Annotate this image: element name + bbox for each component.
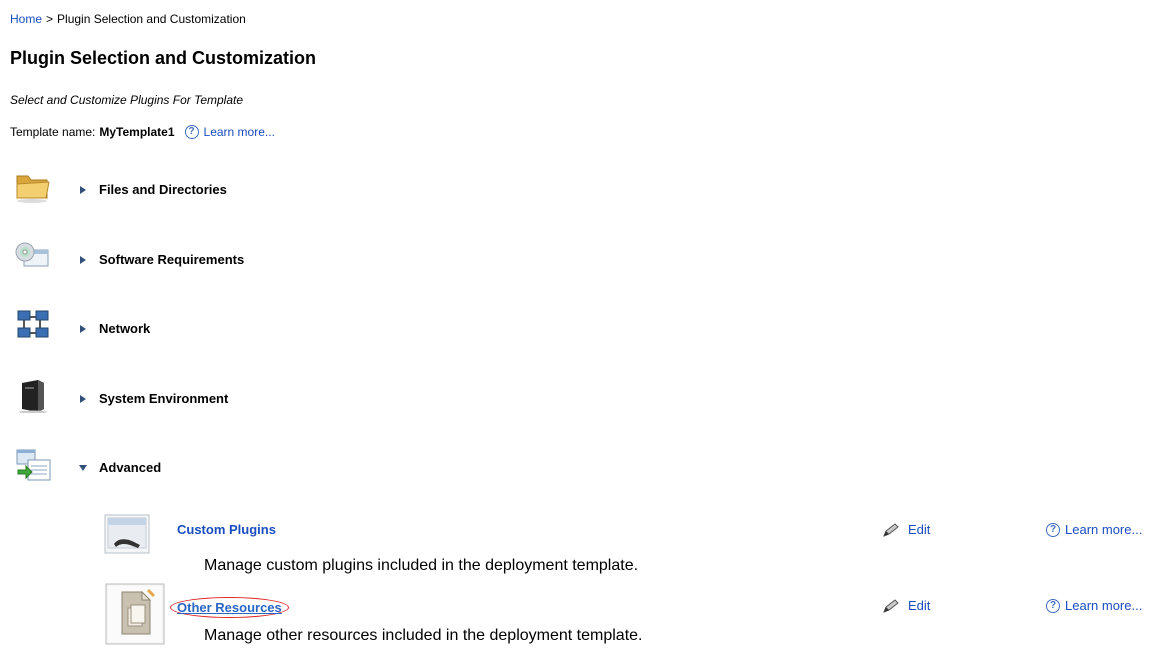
plugin-item-custom-plugins: Custom Plugins Manage custom plugins inc… bbox=[104, 512, 1158, 574]
breadcrumb-current: Plugin Selection and Customization bbox=[57, 12, 246, 26]
expand-arrow-icon bbox=[80, 185, 86, 194]
help-icon: ? bbox=[1046, 522, 1060, 537]
highlight-circle: Other Resources bbox=[170, 597, 289, 618]
other-resources-description: Manage other resources included in the d… bbox=[204, 627, 643, 644]
help-icon: ? bbox=[184, 125, 199, 139]
category-network: Network bbox=[0, 309, 600, 349]
pencil-icon bbox=[883, 522, 899, 537]
category-label: Network bbox=[99, 321, 151, 336]
page-title: Plugin Selection and Customization bbox=[10, 48, 317, 68]
plugin-item-other-resources: Other Resources Manage other resources i… bbox=[104, 582, 1158, 645]
breadcrumb: Home > Plugin Selection and Customization bbox=[10, 12, 246, 26]
expand-arrow-icon bbox=[80, 324, 86, 333]
advanced-settings-icon bbox=[16, 449, 51, 481]
edit-label: Edit bbox=[908, 598, 931, 613]
pencil-icon bbox=[883, 598, 899, 613]
collapse-arrow-icon bbox=[79, 464, 87, 471]
page-subtitle: Select and Customize Plugins For Templat… bbox=[10, 93, 244, 107]
expand-arrow-icon bbox=[80, 394, 86, 403]
learn-more-label: Learn more... bbox=[1065, 598, 1143, 613]
custom-plugins-description: Manage custom plugins included in the de… bbox=[204, 557, 639, 574]
breadcrumb-separator: > bbox=[46, 12, 54, 26]
custom-plugins-learn-more-link[interactable]: ? Learn more... bbox=[1046, 522, 1142, 537]
help-icon: ? bbox=[1046, 598, 1060, 613]
category-toggle-advanced[interactable]: Advanced bbox=[79, 460, 162, 475]
category-files-and-directories: Files and Directories bbox=[0, 170, 600, 210]
network-icon bbox=[17, 310, 49, 338]
category-label: Software Requirements bbox=[99, 252, 245, 267]
category-label: System Environment bbox=[99, 391, 229, 406]
category-toggle-software-requirements[interactable]: Software Requirements bbox=[80, 252, 244, 267]
category-toggle-network[interactable]: Network bbox=[80, 321, 150, 336]
server-tower-icon bbox=[19, 380, 47, 413]
category-toggle-system-environment[interactable]: System Environment bbox=[80, 391, 228, 406]
custom-plugin-icon bbox=[104, 514, 150, 554]
category-label: Advanced bbox=[99, 460, 162, 475]
other-resources-link[interactable]: Other Resources bbox=[177, 600, 282, 615]
folder-icon bbox=[16, 175, 50, 203]
edit-label: Edit bbox=[908, 522, 931, 537]
learn-more-label: Learn more... bbox=[1065, 522, 1143, 537]
category-label: Files and Directories bbox=[99, 182, 227, 197]
custom-plugins-edit-link[interactable]: Edit bbox=[882, 522, 930, 537]
software-cd-icon bbox=[15, 242, 49, 267]
custom-plugins-link[interactable]: Custom Plugins bbox=[177, 522, 276, 537]
expand-arrow-icon bbox=[80, 255, 86, 264]
category-system-environment: System Environment bbox=[0, 379, 600, 419]
breadcrumb-home-link[interactable]: Home bbox=[10, 12, 42, 26]
template-name-label: Template name: bbox=[10, 125, 96, 139]
template-name-value: MyTemplate1 bbox=[99, 125, 175, 139]
category-advanced: Advanced bbox=[0, 448, 600, 488]
other-resources-learn-more-link[interactable]: ? Learn more... bbox=[1046, 598, 1142, 613]
template-name-line: Template name: MyTemplate1 ? Learn more.… bbox=[10, 125, 275, 139]
category-toggle-files-and-directories[interactable]: Files and Directories bbox=[80, 182, 227, 197]
template-learn-more-link[interactable]: Learn more... bbox=[204, 125, 275, 139]
other-resources-icon bbox=[105, 583, 165, 645]
category-software-requirements: Software Requirements bbox=[0, 240, 600, 280]
other-resources-edit-link[interactable]: Edit bbox=[882, 598, 930, 613]
